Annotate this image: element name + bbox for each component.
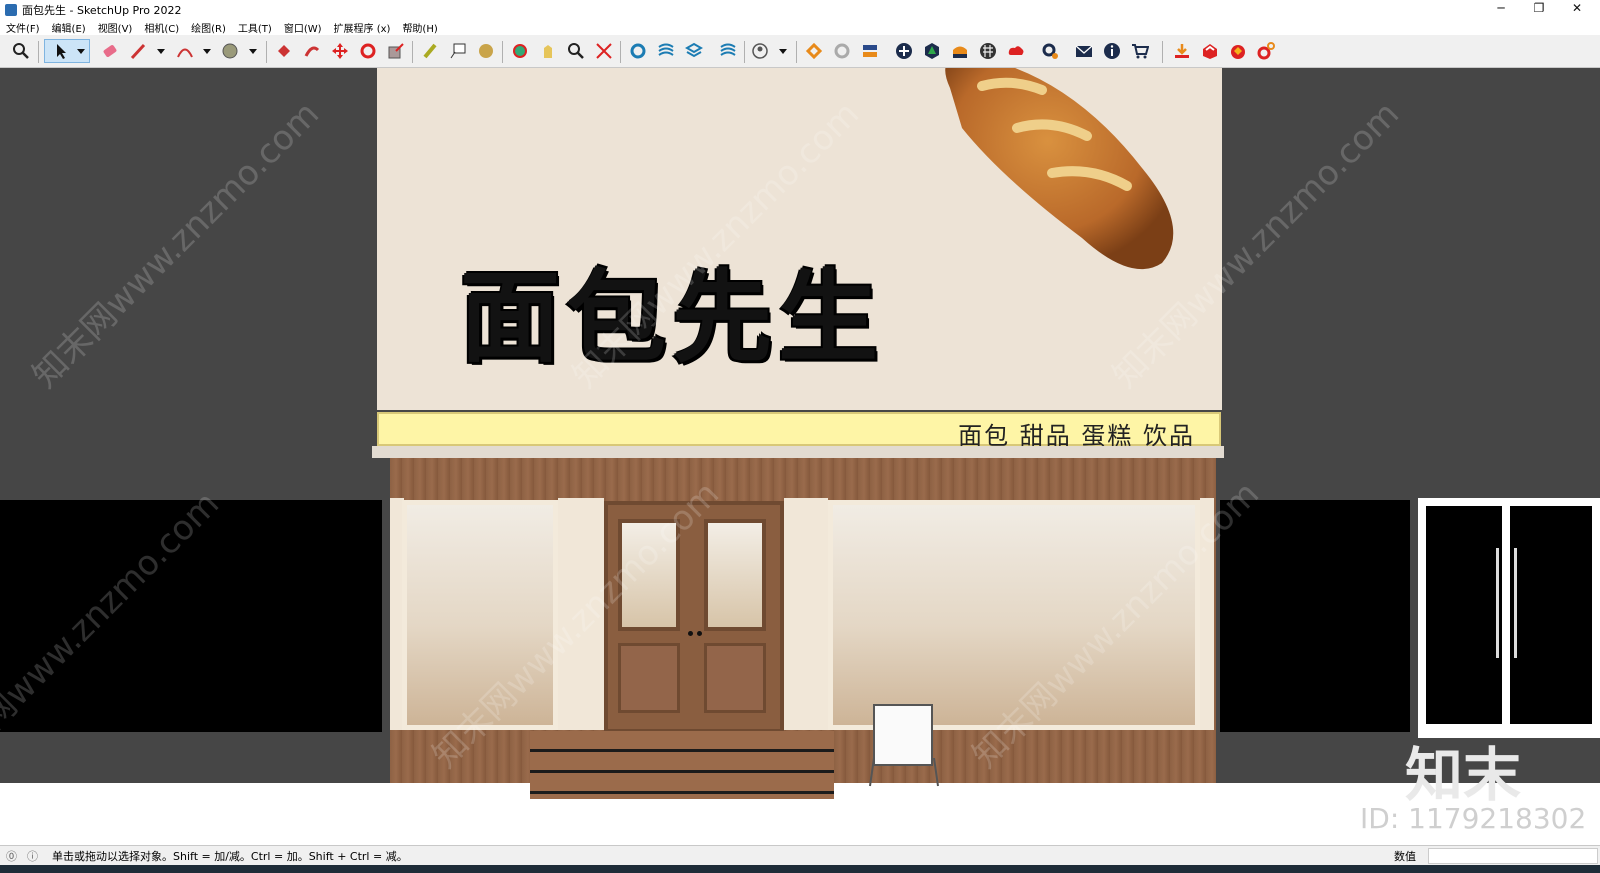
text-icon[interactable] — [446, 39, 470, 63]
cart-icon[interactable] — [1128, 39, 1152, 63]
menu-standee — [873, 704, 933, 766]
import-icon[interactable] — [1170, 39, 1194, 63]
door-pillar-right — [784, 498, 828, 730]
export-icon[interactable] — [1198, 39, 1222, 63]
sun-icon[interactable] — [948, 39, 972, 63]
swap-icon[interactable] — [858, 39, 882, 63]
menu-tools[interactable]: 工具(T) — [238, 20, 272, 35]
menu-draw[interactable]: 绘图(R) — [191, 20, 226, 35]
sign-ledge — [372, 446, 1224, 458]
bread-image — [945, 68, 1174, 270]
tree-icon[interactable] — [920, 39, 944, 63]
model-id-watermark: ID: 1179218302 — [1360, 802, 1587, 835]
measurements-label: 数值 — [1394, 849, 1416, 863]
menu-help[interactable]: 帮助(H) — [402, 20, 437, 35]
door-handle — [688, 631, 693, 636]
product-band: 面包 甜品 蛋糕 饮品 — [377, 412, 1221, 450]
model-viewport[interactable]: 面包先生 面包 甜品 蛋糕 饮品 知末网www.znzmo.com 知末网www… — [0, 68, 1600, 845]
taskbar-strip — [0, 865, 1600, 873]
pattern-icon[interactable] — [976, 39, 1000, 63]
info-icon[interactable] — [1100, 39, 1124, 63]
right-door-frame — [1418, 498, 1600, 738]
walk-icon[interactable] — [418, 39, 442, 63]
pencil-icon[interactable] — [128, 39, 168, 63]
sketchup-logo-icon — [5, 3, 17, 16]
entrance-steps — [530, 731, 834, 799]
section-icon[interactable] — [508, 39, 532, 63]
account-icon[interactable] — [750, 39, 790, 63]
status-hint: 单击或拖动以选择对象。Shift = 加/减。Ctrl = 加。Shift + … — [52, 849, 408, 863]
info-status-icon[interactable]: ⓘ — [27, 848, 38, 864]
pan-icon[interactable] — [536, 39, 560, 63]
door-handle — [697, 631, 702, 636]
geo-location-icon[interactable]: ⓪ — [6, 848, 17, 864]
right-dark-window — [1220, 500, 1410, 732]
push-pull-icon[interactable] — [300, 39, 324, 63]
measurements-input[interactable] — [1428, 848, 1598, 864]
door-panel-left — [618, 643, 680, 713]
standee-legs — [869, 758, 939, 787]
title-bar: 面包先生 - SketchUp Pro 2022 ─ ❐ ✕ — [0, 0, 1600, 19]
close-button[interactable]: ✕ — [1554, 0, 1600, 19]
menu-edit[interactable]: 编辑(E) — [52, 20, 86, 35]
select-arrow-icon[interactable] — [44, 39, 90, 63]
main-toolbar — [0, 35, 1600, 68]
arc-icon[interactable] — [174, 39, 214, 63]
reload-icon[interactable] — [830, 39, 854, 63]
cloud-icon[interactable] — [1004, 39, 1028, 63]
warehouse-icon[interactable] — [802, 39, 826, 63]
status-bar: ⓪ ⓘ 单击或拖动以选择对象。Shift = 加/减。Ctrl = 加。Shif… — [0, 845, 1600, 865]
add-icon[interactable] — [892, 39, 916, 63]
menu-extensions[interactable]: 扩展程序 (x) — [334, 20, 391, 35]
site-logo-watermark: 知末 — [1405, 741, 1522, 809]
search-icon[interactable] — [9, 39, 33, 63]
render-icon[interactable] — [1226, 39, 1250, 63]
zoom-icon[interactable] — [564, 39, 588, 63]
orbit-icon[interactable] — [474, 39, 498, 63]
mail-icon[interactable] — [1072, 39, 1096, 63]
menu-view[interactable]: 视图(V) — [98, 20, 133, 35]
menu-window[interactable]: 窗口(W) — [284, 20, 322, 35]
zoom-extents-icon[interactable] — [592, 39, 616, 63]
menu-file[interactable]: 文件(F) — [6, 20, 40, 35]
door-panel-right — [704, 643, 766, 713]
tape-icon[interactable] — [220, 39, 260, 63]
menu-bar: 文件(F) 编辑(E) 视图(V) 相机(C) 绘图(R) 工具(T) 窗口(W… — [0, 19, 1600, 35]
scenes-icon[interactable] — [682, 39, 706, 63]
match-photo-icon[interactable] — [716, 39, 740, 63]
scale-icon[interactable] — [384, 39, 408, 63]
gear-orange-icon[interactable] — [1254, 39, 1278, 63]
watermark: 知末网www.znzmo.com — [25, 93, 328, 396]
rotate-icon[interactable] — [356, 39, 380, 63]
menu-camera[interactable]: 相机(C) — [144, 20, 179, 35]
eraser-icon[interactable] — [98, 39, 122, 63]
move-icon[interactable] — [328, 39, 352, 63]
settings-icon[interactable] — [1038, 39, 1062, 63]
window-title: 面包先生 - SketchUp Pro 2022 — [22, 3, 182, 17]
paint-bucket-icon[interactable] — [272, 39, 296, 63]
styles-icon[interactable] — [654, 39, 678, 63]
door-glass-right — [704, 519, 766, 631]
layers-icon[interactable] — [626, 39, 650, 63]
